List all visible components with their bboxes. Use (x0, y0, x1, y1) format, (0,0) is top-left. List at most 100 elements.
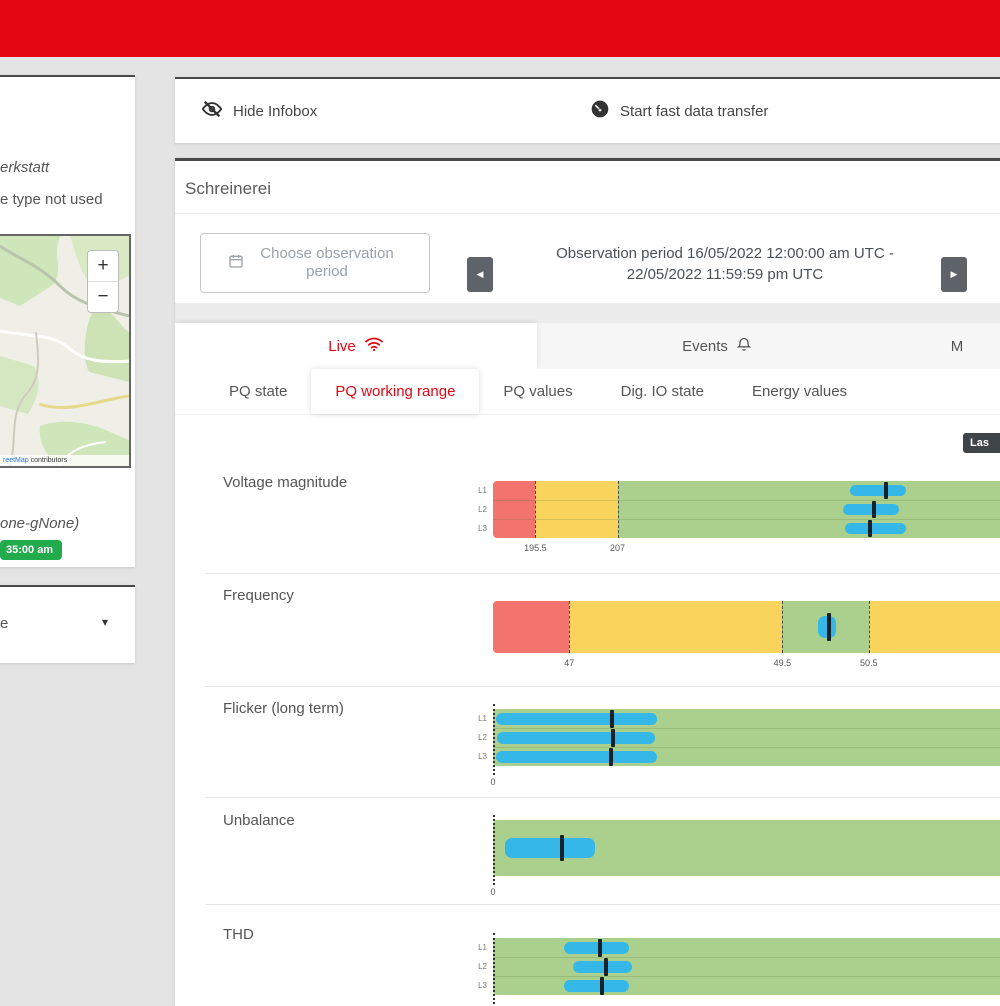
hide-infobox-button[interactable]: Hide Infobox (201, 79, 317, 143)
value-marker (560, 835, 564, 861)
sidebar-dropdown-panel[interactable]: e ▾ (0, 585, 135, 663)
bell-icon (736, 336, 752, 357)
row-label: L2 (465, 733, 487, 742)
band-overlay: 195.5207 (493, 481, 1000, 538)
tick-label: 195.5 (524, 543, 547, 553)
top-banner (0, 0, 1000, 57)
choose-observation-period-button[interactable]: Choose observation period (200, 233, 430, 293)
map-attribution: reetMap contributors (0, 455, 129, 466)
range-bar (497, 732, 655, 744)
device-code: one-gNone) (0, 515, 79, 532)
pq-working-range-charts: Las Voltage magnitude195.5207L1L2L3Frequ… (175, 415, 1000, 1006)
row-label: L2 (465, 505, 487, 514)
tab-events[interactable]: Events (537, 323, 897, 369)
chart-title: Unbalance (223, 812, 295, 829)
value-marker (884, 482, 888, 499)
zero-line (493, 815, 495, 885)
tab-measurements-label: M (951, 338, 964, 355)
choose-observation-period-label: Choose observation period (252, 245, 402, 281)
chevron-down-icon[interactable]: ▾ (102, 615, 108, 629)
observation-period-text: Observation period 16/05/2022 12:00:00 a… (520, 243, 930, 285)
tab-live-label: Live (328, 338, 356, 355)
map-zoom-out-button[interactable]: − (88, 282, 118, 312)
tab-measurements[interactable]: M (897, 323, 1000, 369)
chart-title: THD (223, 926, 254, 943)
main-tabs: Live Events M (175, 323, 1000, 370)
row-label: L3 (465, 981, 487, 990)
value-marker (611, 729, 615, 747)
subtab-pq-state[interactable]: PQ state (205, 369, 311, 414)
location-map[interactable]: + − reetMap contributors (0, 234, 131, 468)
value-marker (598, 939, 602, 957)
band-overlay: 0 (493, 938, 1000, 995)
chart-section: Unbalance 0 (205, 798, 1000, 905)
sub-tabs: PQ state PQ working range PQ values Dig.… (175, 369, 1000, 415)
tick-label: 47 (564, 658, 574, 668)
calendar-icon (228, 253, 244, 274)
device-name: erkstatt (0, 159, 49, 176)
fast-data-transfer-button[interactable]: Start fast data transfer (590, 79, 768, 143)
band-overlay: 0 (493, 820, 1000, 876)
row-label: L3 (465, 524, 487, 533)
gauge-icon (590, 99, 610, 123)
tab-events-label: Events (682, 338, 728, 355)
chart-section: Frequency4749.550.5 (205, 574, 1000, 687)
arrow-left-icon: ◀ (477, 269, 484, 280)
chart-title: Frequency (223, 587, 294, 604)
chart-section: THD 0 L1 L2 L3 (205, 905, 1000, 1006)
value-marker (609, 748, 613, 766)
timestamp-badge: 35:00 am (0, 540, 62, 560)
subtab-pq-working-range[interactable]: PQ working range (311, 369, 479, 414)
chart-title: Flicker (long term) (223, 700, 344, 717)
chart-sections: Voltage magnitude 195.5207 L1 L2 L3 Frequency… (175, 415, 1000, 1006)
map-zoom-in-button[interactable]: + (88, 251, 118, 282)
range-bar (496, 713, 658, 725)
fast-data-transfer-label: Start fast data transfer (620, 103, 768, 120)
tab-live[interactable]: Live (175, 323, 537, 370)
previous-period-button[interactable]: ◀ (467, 257, 493, 292)
tick-label: 49.5 (774, 658, 792, 668)
hide-infobox-label: Hide Infobox (233, 103, 317, 120)
row-label: L1 (465, 486, 487, 495)
band-overlay: 4749.550.5 (493, 601, 1000, 653)
arrow-right-icon: ▶ (951, 269, 958, 280)
map-attribution-text: contributors (29, 457, 68, 464)
tick-label: 0 (490, 887, 495, 897)
main-panel: Schreinerei Choose observation period ◀ … (175, 158, 1000, 1006)
range-bar (573, 961, 632, 973)
value-marker (600, 977, 604, 995)
device-type-note: e type not used (0, 191, 103, 208)
zero-line (493, 704, 495, 775)
next-period-button[interactable]: ▶ (941, 257, 967, 292)
zone-boundary-line (569, 601, 570, 653)
chart-section: Flicker (long term) 0 L1 L2 L3 (205, 687, 1000, 798)
value-marker (827, 613, 831, 641)
range-bar (505, 838, 595, 858)
zero-line (493, 933, 495, 1004)
row-label: L2 (465, 962, 487, 971)
divider (175, 213, 1000, 214)
subtab-energy-values[interactable]: Energy values (728, 369, 871, 414)
value-marker (610, 710, 614, 728)
chart-title: Voltage magnitude (223, 474, 347, 491)
range-bar (845, 523, 906, 534)
chart-section: Voltage magnitude 195.5207 L1 L2 L3 (205, 415, 1000, 574)
range-bar (496, 751, 658, 763)
zone-boundary-line (869, 601, 870, 653)
range-bar (564, 942, 629, 954)
sidebar-dropdown-label: e (0, 615, 8, 632)
row-label: L1 (465, 943, 487, 952)
subtab-dig-io-state[interactable]: Dig. IO state (597, 369, 728, 414)
row-label: L1 (465, 714, 487, 723)
page-title: Schreinerei (185, 179, 271, 199)
infobox-panel: erkstatt e type not used + − reetMap con… (0, 75, 135, 567)
map-attribution-link[interactable]: reetMap (3, 457, 29, 464)
wifi-icon (364, 336, 384, 356)
subtab-pq-values[interactable]: PQ values (479, 369, 596, 414)
row-label: L3 (465, 752, 487, 761)
range-bar (564, 980, 629, 992)
value-marker (872, 501, 876, 518)
top-toolbar: Hide Infobox Start fast data transfer (175, 77, 1000, 143)
band-overlay: 0 (493, 709, 1000, 766)
tick-label: 50.5 (860, 658, 878, 668)
